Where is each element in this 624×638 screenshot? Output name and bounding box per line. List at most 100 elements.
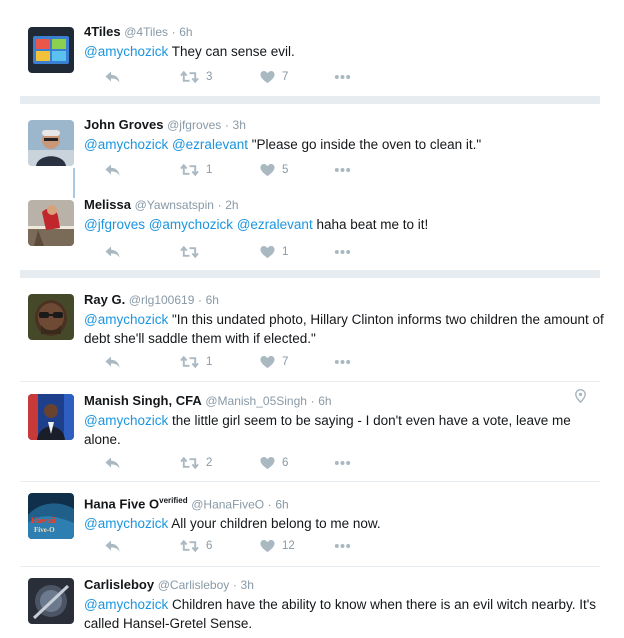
like-button[interactable]: 5 [260,162,288,178]
tweet-actions: 1 7 [84,354,384,370]
avatar[interactable] [28,120,74,166]
timestamp[interactable]: 2h [225,198,238,212]
display-name[interactable]: Manish Singh, CFA [84,393,202,408]
retweet-button[interactable]: 6 [180,538,212,554]
retweet-button[interactable]: 1 [180,354,212,370]
handle[interactable]: @Yawnsatspin [135,198,214,212]
meta-separator: · [171,25,176,39]
tweet-text-body: haha beat me to it! [312,217,429,232]
name-superscript: verified [159,496,188,505]
like-icon [260,163,275,177]
tweet-text: @amychozick the little girl seem to be s… [84,411,614,449]
more-button[interactable] [334,455,351,471]
avatar[interactable]: Hawaii Five-O [28,493,74,539]
display-name[interactable]: Carlisleboy [84,577,154,592]
tweet-content: Manish Singh, CFA @Manish_05Singh · 6h @… [84,393,614,449]
timestamp[interactable]: 6h [318,394,331,408]
avatar[interactable] [28,27,74,73]
display-name[interactable]: 4Tiles [84,24,121,39]
timestamp[interactable]: 3h [241,578,254,592]
more-button[interactable] [334,354,351,370]
more-button[interactable] [334,69,351,85]
like-icon [260,355,275,369]
mention-link[interactable]: @amychozick [84,44,168,59]
retweet-count: 2 [206,457,213,469]
timestamp[interactable]: 6h [179,25,192,39]
meta-separator: · [198,293,202,307]
tweet-text-body: "Please go inside the oven to clean it." [247,137,482,152]
tweet-header: Hana Five Overified @HanaFiveO · 6h [84,493,614,512]
like-icon [260,70,275,84]
like-button[interactable]: 1 [260,244,288,260]
mention-link[interactable]: @amychozick [84,516,168,531]
handle[interactable]: @Manish_05Singh [205,394,307,408]
like-icon [260,456,275,470]
like-count: 7 [282,71,289,83]
retweet-button[interactable]: 1 [180,162,212,178]
display-name[interactable]: John Groves [84,117,163,132]
handle[interactable]: @Carlisleboy [158,578,230,592]
avatar[interactable] [28,200,74,246]
handle[interactable]: @rlg100619 [129,293,195,307]
display-name[interactable]: Hana Five O [84,496,159,511]
timestamp[interactable]: 6h [206,293,219,307]
tweet-content: John Groves @jfgroves · 3h @amychozick @… [84,117,614,154]
more-button[interactable] [334,538,351,554]
like-icon [260,539,275,553]
reply-button[interactable] [104,244,121,260]
tweet-divider [20,566,600,567]
conversation-separator [20,270,600,278]
more-icon [334,460,351,466]
meta-separator: · [310,394,315,408]
reply-icon [104,355,121,369]
conversation-separator [20,96,600,104]
reply-button[interactable] [104,455,121,471]
mention-link[interactable]: @amychozick [84,312,168,327]
mention-link[interactable]: @amychozick [84,597,168,612]
like-button[interactable]: 7 [260,354,288,370]
retweet-icon [180,456,199,470]
timestamp[interactable]: 6h [275,497,288,511]
retweet-button[interactable]: 2 [180,455,212,471]
meta-separator: · [232,578,237,592]
tweet-actions: 3 7 [84,69,384,85]
like-count: 6 [282,457,289,469]
like-button[interactable]: 6 [260,455,288,471]
mention-link[interactable]: @amychozick @ezralevant [84,137,248,152]
more-button[interactable] [334,162,351,178]
display-name[interactable]: Ray G. [84,292,125,307]
tweet-text: @amychozick All your children belong to … [84,514,614,533]
avatar[interactable] [28,294,74,340]
reply-icon [104,163,121,177]
tweet-divider [20,481,600,482]
tweet-header: Carlisleboy @Carlisleboy · 3h [84,577,614,593]
retweet-count: 1 [206,164,213,176]
reply-button[interactable] [104,354,121,370]
like-button[interactable]: 7 [260,69,288,85]
reply-button[interactable] [104,162,121,178]
handle[interactable]: @jfgroves [167,118,221,132]
more-icon [334,74,351,80]
retweet-button[interactable] [180,244,206,260]
reply-button[interactable] [104,538,121,554]
timestamp[interactable]: 3h [233,118,246,132]
handle[interactable]: @4Tiles [124,25,168,39]
display-name[interactable]: Melissa [84,197,131,212]
like-button[interactable]: 12 [260,538,295,554]
handle[interactable]: @HanaFiveO [191,497,264,511]
reply-button[interactable] [104,69,121,85]
mention-link[interactable]: @jfgroves @amychozick @ezralevant [84,217,313,232]
like-icon [260,245,275,259]
tweet-header: Ray G. @rlg100619 · 6h [84,292,614,308]
more-icon [334,249,351,255]
tweet-text: @amychozick @ezralevant "Please go insid… [84,135,614,154]
mention-link[interactable]: @amychozick [84,413,168,428]
retweet-icon [180,163,199,177]
tweet-content: Ray G. @rlg100619 · 6h @amychozick "In t… [84,292,614,348]
avatar[interactable] [28,578,74,624]
more-button[interactable] [334,244,351,260]
retweet-button[interactable]: 3 [180,69,212,85]
like-count: 5 [282,164,289,176]
avatar[interactable] [28,394,74,440]
tweet-content: Hana Five Overified @HanaFiveO · 6h @amy… [84,493,614,533]
